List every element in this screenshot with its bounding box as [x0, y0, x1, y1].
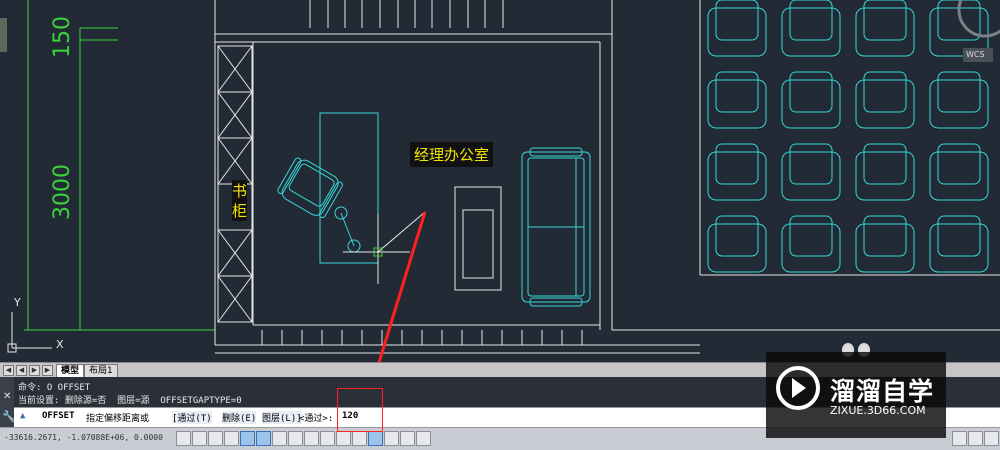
- close-icon[interactable]: ✕: [3, 391, 11, 402]
- status-3dosnap-button[interactable]: [272, 431, 287, 446]
- watermark-url: ZIXUE.3D66.COM: [830, 404, 926, 417]
- command-prompt-text: 指定偏移距离或: [86, 414, 150, 424]
- ucs-icon: [7, 312, 52, 353]
- chair-grid: [707, 0, 989, 273]
- status-snap-button[interactable]: [192, 431, 207, 446]
- status-ducs-button[interactable]: [304, 431, 319, 446]
- ucs-y-label: Y: [14, 296, 21, 309]
- dimension-label-150: 150: [50, 16, 75, 58]
- command-line-grip[interactable]: ✕ 🔧: [0, 377, 16, 430]
- status-polar-button[interactable]: [240, 431, 255, 446]
- viewcube-wcs-label: WCS: [966, 50, 985, 59]
- play-logo-icon: [776, 366, 820, 410]
- tab-next-arrow[interactable]: ▶: [29, 365, 40, 376]
- status-infer-button[interactable]: [176, 431, 191, 446]
- watermark-title: 溜溜自学: [830, 377, 935, 406]
- status-osnap-button[interactable]: [256, 431, 271, 446]
- status-fullscreen-button[interactable]: [984, 431, 999, 446]
- status-workspace-button[interactable]: [952, 431, 967, 446]
- coordinates-readout: -33616.2671, -1.07088E+06, 0.0000: [4, 433, 163, 442]
- command-prompt-icon: ▲: [20, 411, 26, 421]
- status-sc-button[interactable]: [384, 431, 399, 446]
- status-qp-button[interactable]: [368, 431, 383, 446]
- input-highlight-box: [337, 388, 383, 432]
- room-label: 经理办公室: [410, 142, 494, 167]
- tab-layout1[interactable]: 布局1: [84, 364, 118, 377]
- status-dyn-button[interactable]: [320, 431, 335, 446]
- default-value: <通过>:: [299, 414, 334, 424]
- status-otrack-button[interactable]: [288, 431, 303, 446]
- drawing-canvas[interactable]: 150 3000 经理办公室 书 柜 Y X WCS: [0, 0, 1000, 362]
- tab-model[interactable]: 模型: [56, 364, 85, 377]
- tab-prev-arrow[interactable]: ◀: [16, 365, 27, 376]
- bookcase-label-2: 柜: [232, 200, 248, 221]
- option-layer[interactable]: 图层(L)]: [262, 411, 302, 424]
- coffee-table: [454, 186, 502, 291]
- left-palette-edge: [0, 18, 7, 52]
- command-history-line: 当前设置: 删除源=否 图层=源 OFFSETGAPTYPE=0: [18, 396, 242, 406]
- status-model-button[interactable]: [416, 431, 431, 446]
- status-lwt-button[interactable]: [336, 431, 351, 446]
- dimension-label-3000: 3000: [50, 164, 75, 220]
- ucs-x-label: X: [56, 338, 64, 351]
- status-tpy-button[interactable]: [352, 431, 367, 446]
- walls: [214, 0, 1000, 354]
- option-through[interactable]: [通过(T): [172, 411, 212, 424]
- command-history-line: 命令: O OFFSET: [18, 383, 91, 393]
- tab-first-arrow[interactable]: ◀: [3, 365, 14, 376]
- annotation-arrow: [377, 211, 427, 362]
- tab-last-arrow[interactable]: ▶: [42, 365, 53, 376]
- status-grid-button[interactable]: [208, 431, 223, 446]
- status-lock-button[interactable]: [968, 431, 983, 446]
- status-am-button[interactable]: [400, 431, 415, 446]
- status-ortho-button[interactable]: [224, 431, 239, 446]
- bookcase-label-1: 书: [232, 180, 248, 201]
- floor-plan: [0, 0, 1000, 362]
- command-name: OFFSET: [42, 411, 75, 421]
- option-erase[interactable]: 删除(E): [222, 411, 257, 424]
